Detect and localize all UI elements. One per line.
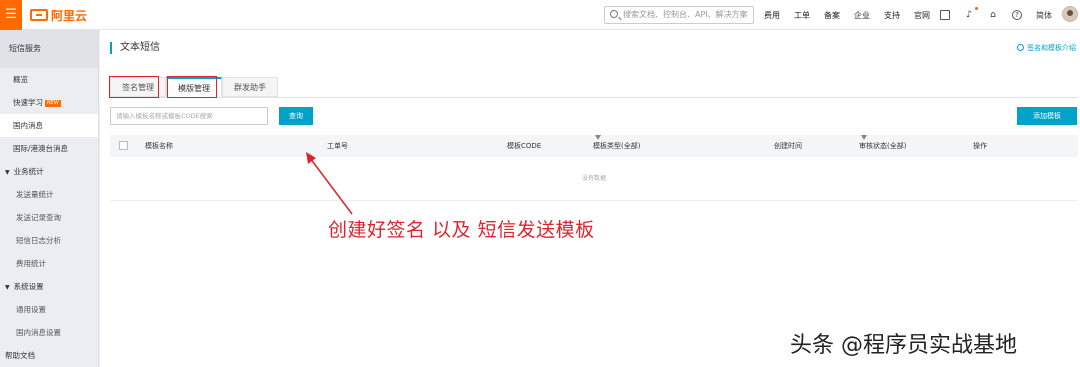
nav-link-fees[interactable]: 费用: [764, 10, 780, 21]
filter-icon[interactable]: [595, 135, 601, 140]
sidebar-title: 短信服务: [0, 30, 98, 68]
sidebar-item-label: 帮助文档: [5, 351, 35, 360]
caret-down-icon: ▼: [5, 284, 10, 291]
cloud-shell-icon[interactable]: [940, 10, 950, 20]
language-switch[interactable]: 简体: [1036, 10, 1052, 21]
sidebar-item-label: 国际/港澳台消息: [13, 144, 69, 153]
sidebar-item-label: 概览: [13, 75, 28, 84]
sidebar-item-label: 短信日志分析: [16, 236, 61, 245]
notification-dot: [975, 7, 978, 10]
logo-mark-icon: [30, 9, 48, 21]
aliyun-logo[interactable]: 阿里云: [30, 7, 87, 23]
sidebar-group-stats[interactable]: ▼ 业务统计: [0, 160, 98, 183]
tab-bulk-send[interactable]: 群发助手: [222, 77, 278, 97]
sidebar-item-label: 通用设置: [16, 305, 46, 314]
sidebar-group-label: 系统设置: [13, 282, 44, 291]
sidebar-item-overview[interactable]: 概览: [0, 68, 98, 91]
sidebar-item-quick-learn[interactable]: 快速学习 NEW: [0, 91, 98, 114]
new-badge: NEW: [45, 99, 61, 107]
sidebar-item-send-records[interactable]: 发送记录查询: [0, 206, 98, 229]
nav-link-tickets[interactable]: 工单: [794, 10, 810, 21]
col-template-name: 模板名称: [145, 142, 173, 150]
sidebar-item-send-volume[interactable]: 发送量统计: [0, 183, 98, 206]
sidebar: 短信服务 概览 快速学习 NEW 国内消息 国际/港澳台消息 ▼ 业务统计 发送量统…: [0, 30, 99, 367]
sidebar-item-label: 快速学习: [13, 98, 43, 107]
annotation-arrow-icon: [306, 152, 353, 215]
nav-link-support[interactable]: 支持: [884, 10, 900, 21]
avatar[interactable]: [1062, 6, 1078, 22]
sidebar-item-label: 国内消息: [13, 121, 43, 130]
sidebar-item-label: 发送记录查询: [16, 213, 61, 222]
top-icons: ? 简体: [940, 7, 1066, 22]
search-placeholder: 搜索文档、控制台、API、解决方案: [623, 10, 748, 19]
empty-state: 没有数据: [110, 157, 1078, 201]
top-nav-links: 费用 工单 备案 企业 支持 官网: [764, 0, 944, 30]
sidebar-item-domestic-settings[interactable]: 国内消息设置: [0, 321, 98, 344]
caret-down-icon: ▼: [5, 169, 10, 176]
highlight-box-template: [167, 76, 217, 98]
nav-link-icp[interactable]: 备案: [824, 10, 840, 21]
help-link[interactable]: 签名和模板介绍: [1017, 43, 1076, 53]
sidebar-item-label: 发送量统计: [16, 190, 54, 199]
sidebar-item-log-analysis[interactable]: 短信日志分析: [0, 229, 98, 252]
logo-text: 阿里云: [51, 8, 88, 23]
info-icon: [1017, 44, 1024, 51]
sidebar-item-label: 费用统计: [16, 259, 46, 268]
col-template-code: 模板CODE: [507, 142, 542, 150]
select-all-checkbox[interactable]: [119, 141, 128, 150]
bell-icon[interactable]: [964, 7, 978, 20]
top-navbar: ☰ 阿里云 搜索文档、控制台、API、解决方案 费用 工单 备案 企业 支持 官…: [0, 0, 1080, 30]
filter-icon[interactable]: [861, 135, 867, 140]
sidebar-group-label: 业务统计: [13, 167, 44, 176]
help-link-label: 签名和模板介绍: [1027, 44, 1076, 52]
template-search-input[interactable]: 请输入模板名称或模板CODE搜索: [110, 107, 268, 125]
sidebar-item-help-docs[interactable]: 帮助文档: [0, 344, 98, 367]
help-icon[interactable]: ?: [1012, 10, 1022, 20]
main-content: 文本短信 签名和模板介绍 签名管理 模版管理 群发助手 请输入模板名称或模板CO…: [100, 30, 1080, 367]
sidebar-item-general-settings[interactable]: 通用设置: [0, 298, 98, 321]
page-title: 文本短信: [110, 42, 160, 54]
global-search-input[interactable]: 搜索文档、控制台、API、解决方案: [604, 6, 754, 24]
watermark: 头条 @程序员实战基地: [790, 333, 1017, 358]
sidebar-item-international[interactable]: 国际/港澳台消息: [0, 137, 98, 160]
tabs-divider: [110, 97, 1078, 98]
col-created-time: 创建时间: [774, 142, 802, 150]
sidebar-item-domestic[interactable]: 国内消息: [0, 114, 98, 137]
sidebar-group-settings[interactable]: ▼ 系统设置: [0, 275, 98, 298]
cart-icon[interactable]: [988, 10, 998, 20]
annotation-text: 创建好签名 以及 短信发送模板: [328, 219, 595, 241]
table-header: 模板名称 工单号 模板CODE 模板类型(全部) 创建时间 审核状态(全部) 操…: [110, 135, 1078, 157]
add-template-button[interactable]: 添加模板: [1017, 107, 1077, 125]
search-icon: [610, 10, 618, 18]
highlight-box-signature: [109, 76, 159, 98]
nav-link-website[interactable]: 官网: [914, 10, 930, 21]
sidebar-item-label: 国内消息设置: [16, 328, 61, 337]
query-button[interactable]: 查询: [279, 107, 313, 125]
sidebar-item-fee-stats[interactable]: 费用统计: [0, 252, 98, 275]
col-actions: 操作: [973, 142, 987, 150]
menu-icon[interactable]: ☰: [0, 0, 22, 30]
nav-link-enterprise[interactable]: 企业: [854, 10, 870, 21]
